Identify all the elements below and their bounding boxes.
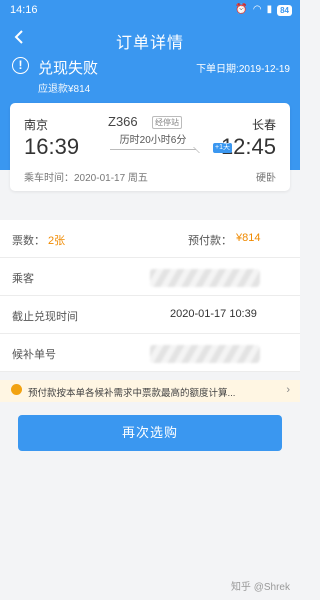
waitlist-label: 候补单号 [12,349,56,361]
prepay-value: ¥814 [236,232,261,244]
passenger-row: 乘客 [0,258,300,296]
battery-icon: 84 [277,4,292,16]
order-date: 下单日期:2019-12-19 [196,64,290,75]
waitlist-row: 候补单号 [0,334,300,372]
deadline-row: 截止兑现时间 2020-01-17 10:39 [0,296,300,334]
prepay-label: 预付款： [188,235,232,247]
order-info: 票数： 2张 预付款： ¥814 乘客 截止兑现时间 2020-01-17 10… [0,220,300,372]
watermark: 知乎 @Shrek [230,582,290,593]
redacted-waitlist-number [150,345,260,363]
rebuy-button[interactable]: 再次选购 [18,415,282,451]
stopover-tag[interactable]: 经停站 [152,116,182,129]
order-status: 兑现失败 [38,60,99,77]
seat-type: 硬卧 [256,173,276,184]
arrival-city: 长春 [251,118,276,132]
lightbulb-icon [11,384,22,395]
signal-icon: ▮ [266,4,273,15]
ticket-count-value: 2张 [48,235,66,247]
ticket-count-label: 票数： [12,235,45,247]
ticket-card: 南京 长春 16:39 12:45 Z366 经停站 历时20小时6分 +1天 … [10,103,290,191]
status-time: 14:16 [10,4,38,16]
notice-text: 预付款按本单各候补需求中票款最高的额度计算... [28,388,236,399]
redacted-passenger [150,269,260,287]
wifi-icon: ◠ [252,4,262,15]
status-bar: 14:16 ⏰ ◠ ▮ 84 [0,0,300,22]
ticket-count-row: 票数： 2张 预付款： ¥814 [0,220,300,258]
status-icons: ⏰ ◠ ▮ 84 [235,4,292,16]
train-number: Z366 [108,114,138,129]
passenger-label: 乘客 [12,273,34,285]
page-title: 订单详情 [115,35,184,52]
chevron-right-icon: › [286,384,290,396]
deadline-label: 截止兑现时间 [12,311,78,323]
deadline-value: 2020-01-17 10:39 [170,308,257,320]
alarm-icon: ⏰ [235,4,248,15]
refund-amount: 应退款¥814 [38,84,91,95]
trip-duration: 历时20小时6分 [110,132,196,150]
prepay-notice[interactable]: 预付款按本单各候补需求中票款最高的额度计算... › [0,380,300,402]
next-day-badge: +1天 [213,143,232,153]
departure-city: 南京 [24,118,49,132]
exclamation-icon: ! [12,57,29,74]
departure-time: 16:39 [24,134,80,159]
ride-date: 乘车时间：2020-01-17 周五 [24,173,148,184]
